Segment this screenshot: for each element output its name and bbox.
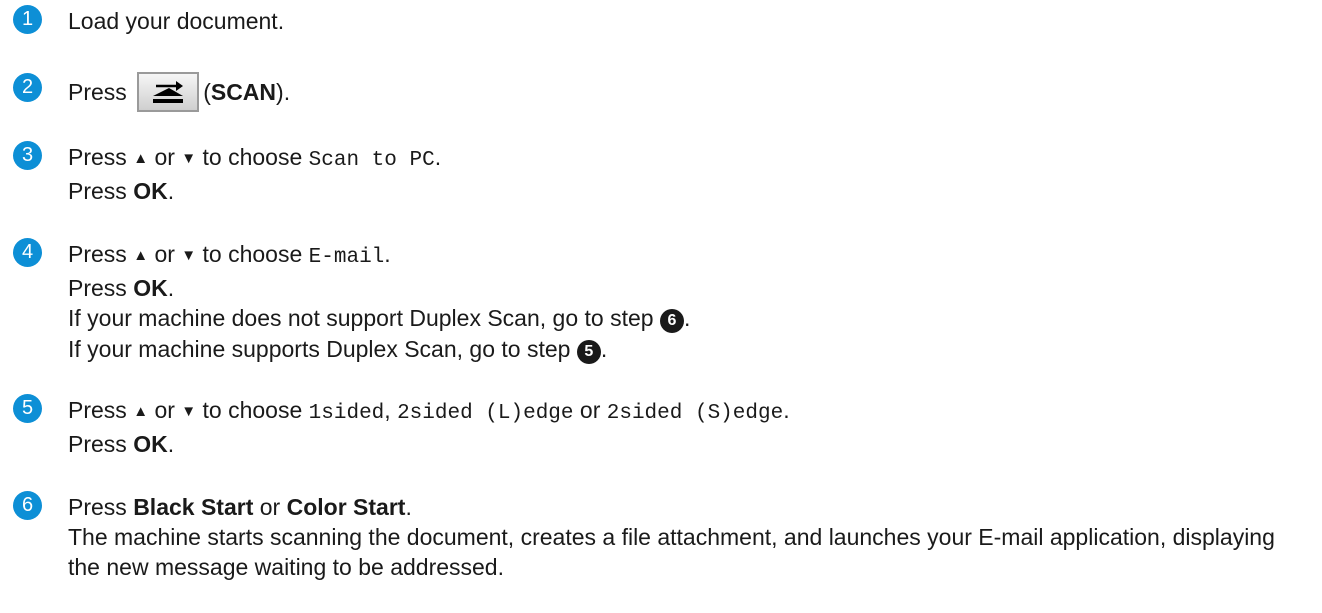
step-text: Load your document. <box>68 8 285 34</box>
step-number: 2 <box>13 73 42 102</box>
step-reference-badge: 6 <box>659 309 684 333</box>
step-text: Press (SCAN). <box>68 72 1302 114</box>
color-start-label: Color Start <box>286 494 406 520</box>
step-description: The machine starts scanning the document… <box>68 524 1275 580</box>
up-arrow-icon: ▲ <box>133 403 149 420</box>
up-arrow-icon: ▲ <box>133 150 149 167</box>
menu-option: 2sided (S)edge <box>606 402 784 425</box>
step-number: 1 <box>13 5 42 34</box>
scan-label: SCAN <box>210 79 277 106</box>
step-line: Press OK. <box>68 431 175 457</box>
step-number: 5 <box>13 394 42 423</box>
step-reference-badge: 5 <box>576 340 601 364</box>
step-line: Press OK. <box>68 275 175 301</box>
menu-option: 1sided <box>308 402 385 425</box>
step-line: Press ▲ or ▼ to choose 1sided, 2sided (L… <box>68 397 790 425</box>
up-arrow-icon: ▲ <box>133 247 149 264</box>
down-arrow-icon: ▼ <box>181 150 197 167</box>
step-number: 4 <box>13 238 42 267</box>
down-arrow-icon: ▼ <box>181 247 197 264</box>
step-line: If your machine supports Duplex Scan, go… <box>68 336 608 364</box>
down-arrow-icon: ▼ <box>181 403 197 420</box>
step-number: 3 <box>13 141 42 170</box>
step-number: 6 <box>13 491 42 520</box>
step-line: Press ▲ or ▼ to choose E-mail. <box>68 241 391 269</box>
menu-option: E-mail <box>308 246 385 269</box>
ok-label: OK <box>133 275 168 301</box>
scan-key-icon <box>137 72 200 112</box>
step-line: Press Black Start or Color Start. <box>68 494 412 520</box>
ok-label: OK <box>133 431 168 457</box>
menu-option: 2sided (L)edge <box>397 402 574 425</box>
step-line: Press ▲ or ▼ to choose Scan to PC. <box>68 144 442 172</box>
step-line: Press OK. <box>68 178 175 204</box>
black-start-label: Black Start <box>133 494 254 520</box>
step-line: If your machine does not support Duplex … <box>68 305 691 333</box>
ok-label: OK <box>133 178 168 204</box>
menu-option: Scan to PC <box>308 149 435 172</box>
